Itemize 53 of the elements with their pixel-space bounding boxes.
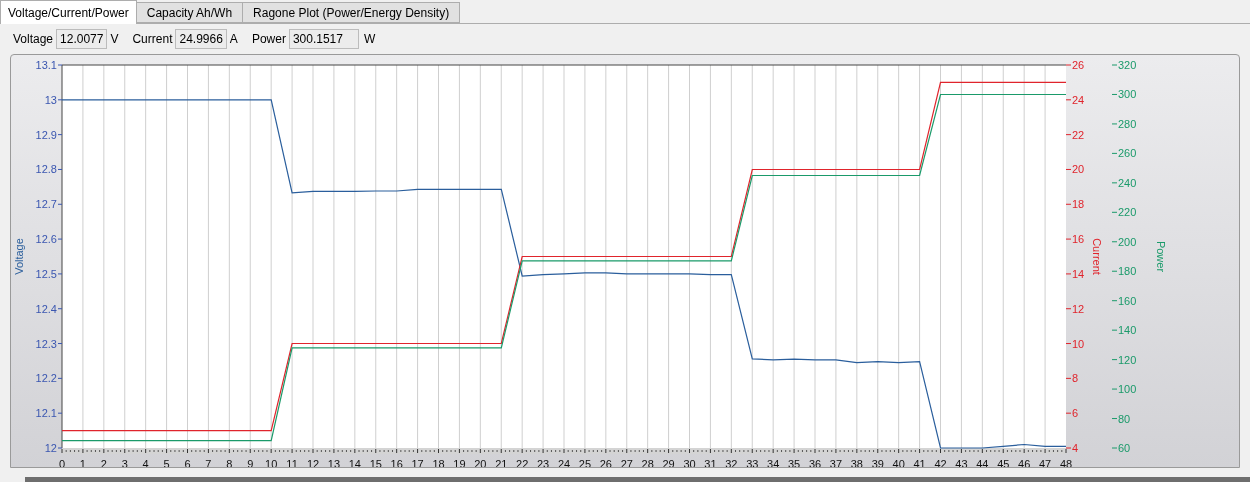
y-tick-label: 200 [1118,235,1137,248]
readout-label: Voltage [13,31,54,48]
unit-label: A [229,31,238,48]
y-tick-label: 6 [1072,407,1079,420]
y-tick-label: 14 [1072,267,1085,280]
readout-field[interactable]: 300.1517 [288,29,359,49]
y-tick-label: 120 [1118,353,1137,366]
y-tick-label: 300 [1118,88,1137,101]
y-tick-label: 12.9 [35,128,57,141]
axis-title: Voltage [13,238,25,275]
tab[interactable]: Ragone Plot (Power/Energy Density) [243,2,461,23]
y-tick-label: 12.7 [35,198,57,211]
y-tick-label: 18 [1072,198,1085,211]
y-tick-label: 16 [1072,233,1085,246]
y-tick-label: 26 [1072,59,1085,71]
tab[interactable]: Capacity Ah/Wh [136,2,244,23]
y-tick-label: 12.8 [35,163,57,176]
y-tick-label: 12.3 [35,337,57,350]
y-tick-label: 13 [44,93,57,106]
unit-label: W [363,31,376,48]
y-tick-label: 10 [1072,337,1085,350]
y-tick-label: 140 [1118,324,1137,337]
y-tick-label: 22 [1072,128,1085,141]
y-tick-label: 180 [1118,265,1137,278]
y-tick-label: 24 [1072,93,1085,106]
y-tick-label: 20 [1072,163,1085,176]
tab[interactable]: Voltage/Current/Power [0,0,137,24]
readout-label: Current [132,31,173,48]
y-tick-label: 280 [1118,117,1137,130]
y-tick-label: 160 [1118,294,1137,307]
y-tick-label: 240 [1118,176,1137,189]
y-tick-label: 12.5 [35,267,57,280]
y-tick-label: 4 [1072,442,1079,454]
y-tick-label: 80 [1118,412,1131,425]
y-tick-label: 12 [1072,302,1085,315]
y-tick-label: 12.4 [35,302,57,315]
y-tick-label: 12.6 [35,233,57,246]
axis-title: Power [1155,240,1167,273]
y-tick-label: 13.1 [35,59,57,71]
y-tick-label: 260 [1118,147,1137,160]
y-tick-label: 12.2 [35,372,57,385]
y-tick-label: 12.1 [35,407,57,420]
axis-title: Current [1091,238,1103,275]
unit-label: V [110,31,119,48]
y-tick-label: 100 [1118,383,1137,396]
readout-field[interactable]: 12.0077 [56,29,108,49]
y-tick-label: 320 [1118,59,1137,71]
y-tick-label: 220 [1118,206,1137,219]
y-tick-label: 8 [1072,372,1079,385]
readout-label: Power [251,31,286,48]
y-tick-label: 12 [44,442,57,454]
readout-field[interactable]: 24.9966 [175,29,227,49]
y-tick-label: 60 [1118,442,1131,454]
